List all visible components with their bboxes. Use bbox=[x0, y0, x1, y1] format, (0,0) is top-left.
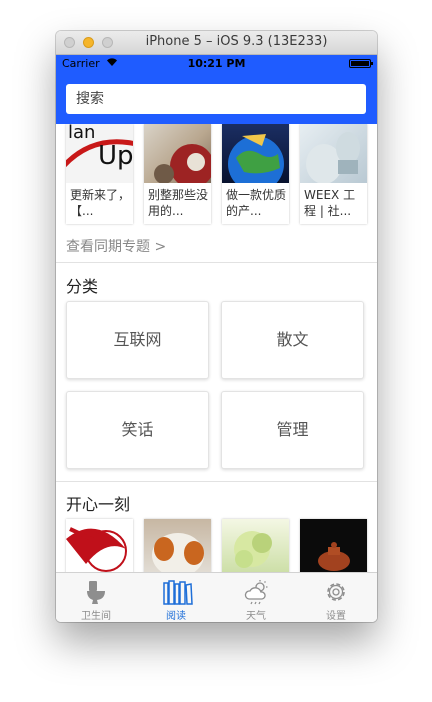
featured-card[interactable]: WEEX 工程 | 社... bbox=[300, 124, 367, 224]
window-title: iPhone 5 – iOS 9.3 (13E233) bbox=[145, 34, 328, 49]
featured-card[interactable]: 做一款优质的产... bbox=[222, 124, 289, 224]
tab-reading[interactable]: 阅读 bbox=[136, 573, 216, 622]
happy-moment-card[interactable] bbox=[66, 519, 133, 572]
simulator-window: iPhone 5 – iOS 9.3 (13E233) Carrier 10:2… bbox=[56, 31, 377, 622]
featured-card[interactable]: lan Up 更新来了，【... bbox=[66, 124, 133, 224]
happy-moment-card[interactable] bbox=[222, 519, 289, 572]
see-all-topics-link[interactable]: 查看同期专题 > bbox=[66, 236, 166, 256]
battery-icon bbox=[349, 59, 373, 68]
tab-label: 卫生间 bbox=[81, 611, 111, 622]
tab-label: 阅读 bbox=[166, 611, 186, 622]
category-internet-button[interactable]: 互联网 bbox=[66, 301, 209, 379]
featured-list: lan Up 更新来了，【... 别整那些没用的... 做一款优质的产... W… bbox=[66, 124, 371, 224]
featured-card-image bbox=[222, 124, 289, 192]
window-titlebar: iPhone 5 – iOS 9.3 (13E233) bbox=[56, 31, 377, 55]
categories-title: 分类 bbox=[66, 277, 99, 296]
svg-text:Up: Up bbox=[98, 141, 133, 171]
tab-settings[interactable]: 设置 bbox=[296, 573, 376, 622]
featured-card-image bbox=[300, 124, 367, 184]
tab-weather[interactable]: 天气 bbox=[216, 573, 296, 622]
books-icon bbox=[163, 579, 193, 605]
toilet-icon bbox=[83, 579, 109, 605]
featured-card-image bbox=[144, 124, 211, 188]
status-time: 10:21 PM bbox=[187, 57, 246, 70]
svg-text:lan: lan bbox=[68, 124, 95, 143]
happy-moment-card[interactable] bbox=[300, 519, 367, 572]
happy-moment-title: 开心一刻 bbox=[66, 495, 131, 514]
tab-label: 设置 bbox=[326, 611, 346, 622]
category-jokes-button[interactable]: 笑话 bbox=[66, 391, 209, 469]
featured-card-caption: WEEX 工程 | 社... bbox=[304, 188, 356, 218]
tab-label: 天气 bbox=[246, 611, 266, 622]
featured-card-caption: 做一款优质的产... bbox=[226, 188, 287, 218]
happy-moment-card[interactable] bbox=[144, 519, 211, 572]
section-divider bbox=[56, 262, 377, 263]
search-bar: 搜索 bbox=[56, 72, 377, 124]
section-divider bbox=[56, 481, 377, 482]
featured-card-caption: 别整那些没用的... bbox=[148, 188, 209, 218]
featured-card-image: lan Up bbox=[66, 124, 133, 183]
category-management-button[interactable]: 管理 bbox=[221, 391, 364, 469]
weather-icon bbox=[243, 579, 269, 605]
tab-toilet[interactable]: 卫生间 bbox=[56, 573, 136, 622]
tab-bar: 卫生间 阅读 天气 设置 bbox=[56, 572, 377, 622]
featured-card[interactable]: 别整那些没用的... bbox=[144, 124, 211, 224]
device-screen: Carrier 10:21 PM 搜索 lan Up 更新来了，【... 别整那… bbox=[56, 55, 377, 622]
featured-card-caption: 更新来了，【... bbox=[70, 188, 131, 218]
category-prose-button[interactable]: 散文 bbox=[221, 301, 364, 379]
search-input[interactable]: 搜索 bbox=[66, 84, 366, 114]
gear-icon bbox=[323, 579, 349, 605]
main-content[interactable]: lan Up 更新来了，【... 别整那些没用的... 做一款优质的产... W… bbox=[56, 124, 377, 572]
status-bar: Carrier 10:21 PM bbox=[56, 55, 377, 72]
